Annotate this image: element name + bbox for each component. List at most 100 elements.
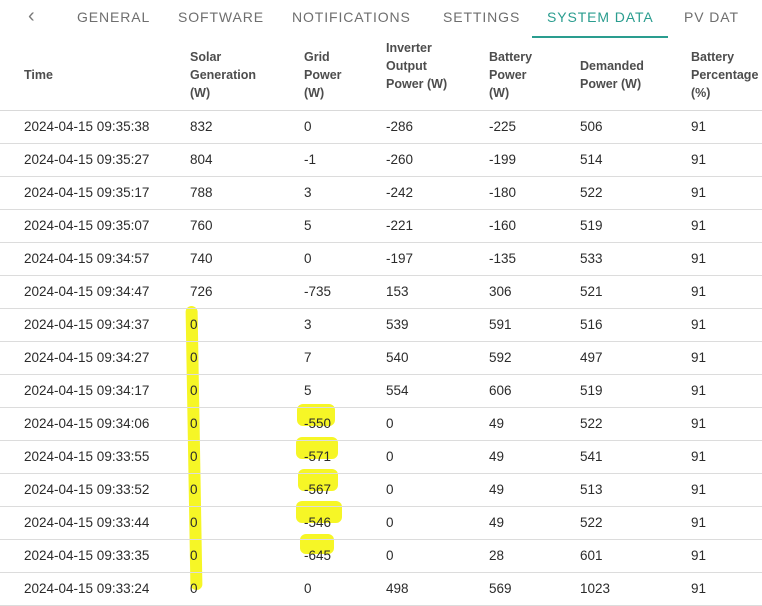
- cell-solar-generation: 0: [190, 482, 198, 497]
- cell-battery-power: 49: [489, 482, 505, 497]
- table-row: 2024-04-15 09:34:17 0 5 554 606 519 91: [0, 375, 762, 408]
- cell-battery-percentage: 91: [691, 284, 707, 299]
- table-row: 2024-04-15 09:35:07 760 5 -221 -160 519 91: [0, 210, 762, 243]
- cell-demanded-power: 601: [580, 548, 603, 563]
- cell-time: 2024-04-15 09:35:07: [24, 218, 150, 233]
- tab-general[interactable]: GENERAL: [77, 9, 150, 25]
- table-row: 2024-04-15 09:33:24 0 0 498 569 1023 91: [0, 573, 762, 606]
- cell-time: 2024-04-15 09:34:47: [24, 284, 150, 299]
- cell-inverter-output-power: 539: [386, 317, 409, 332]
- cell-battery-power: -135: [489, 251, 517, 266]
- cell-grid-power: 0: [304, 251, 312, 266]
- table-row: 2024-04-15 09:35:17 788 3 -242 -180 522 91: [0, 177, 762, 210]
- cell-grid-power: 7: [304, 350, 312, 365]
- cell-grid-power: -546: [304, 515, 332, 530]
- table-row: 2024-04-15 09:33:35 0 -645 0 28 601 91: [0, 540, 762, 573]
- table-row: 2024-04-15 09:34:06 0 -550 0 49 522 91: [0, 408, 762, 441]
- chevron-left-icon[interactable]: ‹: [28, 6, 35, 26]
- cell-grid-power: -571: [304, 449, 332, 464]
- cell-time: 2024-04-15 09:35:38: [24, 119, 150, 134]
- cell-demanded-power: 514: [580, 152, 603, 167]
- cell-solar-generation: 0: [190, 449, 198, 464]
- cell-solar-generation: 0: [190, 317, 198, 332]
- table-body: 2024-04-15 09:35:38 832 0 -286 -225 506 91 2024…: [0, 111, 762, 606]
- table-row: 2024-04-15 09:34:57 740 0 -197 -135 533 91: [0, 243, 762, 276]
- table-row: 2024-04-15 09:34:27 0 7 540 592 497 91: [0, 342, 762, 375]
- header-grid-power: Grid Power (W): [304, 50, 342, 100]
- cell-time: 2024-04-15 09:34:37: [24, 317, 150, 332]
- cell-grid-power: -567: [304, 482, 332, 497]
- table-row: 2024-04-15 09:34:37 0 3 539 591 516 91: [0, 309, 762, 342]
- cell-battery-percentage: 91: [691, 350, 707, 365]
- tab-notifications[interactable]: NOTIFICATIONS: [292, 9, 411, 25]
- cell-grid-power: 0: [304, 581, 312, 596]
- cell-time: 2024-04-15 09:33:44: [24, 515, 150, 530]
- cell-inverter-output-power: -197: [386, 251, 414, 266]
- cell-time: 2024-04-15 09:34:57: [24, 251, 150, 266]
- cell-inverter-output-power: 540: [386, 350, 409, 365]
- cell-inverter-output-power: 0: [386, 449, 394, 464]
- cell-battery-power: 49: [489, 416, 505, 431]
- cell-inverter-output-power: 153: [386, 284, 409, 299]
- cell-battery-percentage: 91: [691, 515, 707, 530]
- cell-battery-power: 592: [489, 350, 512, 365]
- tab-pv-data[interactable]: PV DAT: [684, 9, 739, 25]
- cell-demanded-power: 541: [580, 449, 603, 464]
- cell-battery-power: 306: [489, 284, 512, 299]
- cell-time: 2024-04-15 09:35:27: [24, 152, 150, 167]
- cell-battery-percentage: 91: [691, 317, 707, 332]
- cell-inverter-output-power: 554: [386, 383, 409, 398]
- cell-inverter-output-power: 0: [386, 416, 394, 431]
- cell-battery-percentage: 91: [691, 251, 707, 266]
- tab-software[interactable]: SOFTWARE: [178, 9, 264, 25]
- table-row: 2024-04-15 09:33:52 0 -567 0 49 513 91: [0, 474, 762, 507]
- cell-battery-power: -180: [489, 185, 517, 200]
- cell-demanded-power: 497: [580, 350, 603, 365]
- cell-solar-generation: 760: [190, 218, 213, 233]
- cell-solar-generation: 832: [190, 119, 213, 134]
- cell-time: 2024-04-15 09:35:17: [24, 185, 150, 200]
- cell-inverter-output-power: 0: [386, 548, 394, 563]
- cell-demanded-power: 519: [580, 218, 603, 233]
- cell-battery-power: 606: [489, 383, 512, 398]
- cell-battery-percentage: 91: [691, 185, 707, 200]
- cell-time: 2024-04-15 09:34:17: [24, 383, 150, 398]
- cell-demanded-power: 522: [580, 185, 603, 200]
- cell-battery-power: 569: [489, 581, 512, 596]
- cell-time: 2024-04-15 09:33:35: [24, 548, 150, 563]
- cell-battery-power: -160: [489, 218, 517, 233]
- cell-solar-generation: 0: [190, 581, 198, 596]
- cell-demanded-power: 522: [580, 515, 603, 530]
- cell-battery-percentage: 91: [691, 383, 707, 398]
- cell-grid-power: -550: [304, 416, 332, 431]
- cell-grid-power: 5: [304, 218, 312, 233]
- cell-battery-power: 49: [489, 515, 505, 530]
- header-inverter-output-power: Inverter Output Power (W): [386, 41, 448, 91]
- cell-inverter-output-power: 498: [386, 581, 409, 596]
- header-demanded-power: Demanded Power (W): [580, 59, 644, 91]
- cell-time: 2024-04-15 09:33:55: [24, 449, 150, 464]
- cell-demanded-power: 513: [580, 482, 603, 497]
- cell-battery-power: -225: [489, 119, 517, 134]
- cell-battery-percentage: 91: [691, 581, 707, 596]
- cell-battery-power: 49: [489, 449, 505, 464]
- header-battery-power: Battery Power (W): [489, 50, 533, 100]
- cell-time: 2024-04-15 09:33:24: [24, 581, 150, 596]
- cell-solar-generation: 0: [190, 383, 198, 398]
- tab-system-data[interactable]: SYSTEM DATA: [547, 9, 654, 25]
- cell-battery-power: -199: [489, 152, 517, 167]
- cell-demanded-power: 519: [580, 383, 603, 398]
- cell-grid-power: 3: [304, 317, 312, 332]
- header-time: Time: [24, 68, 53, 82]
- tab-settings[interactable]: SETTINGS: [443, 9, 520, 25]
- table-row: 2024-04-15 09:33:44 0 -546 0 49 522 91: [0, 507, 762, 540]
- cell-battery-percentage: 91: [691, 119, 707, 134]
- cell-solar-generation: 0: [190, 548, 198, 563]
- cell-demanded-power: 1023: [580, 581, 611, 596]
- cell-solar-generation: 788: [190, 185, 213, 200]
- header-solar-generation: Solar Generation (W): [190, 50, 256, 100]
- table-row: 2024-04-15 09:35:27 804 -1 -260 -199 514 91: [0, 144, 762, 177]
- cell-grid-power: 5: [304, 383, 312, 398]
- cell-inverter-output-power: -221: [386, 218, 414, 233]
- cell-battery-percentage: 91: [691, 482, 707, 497]
